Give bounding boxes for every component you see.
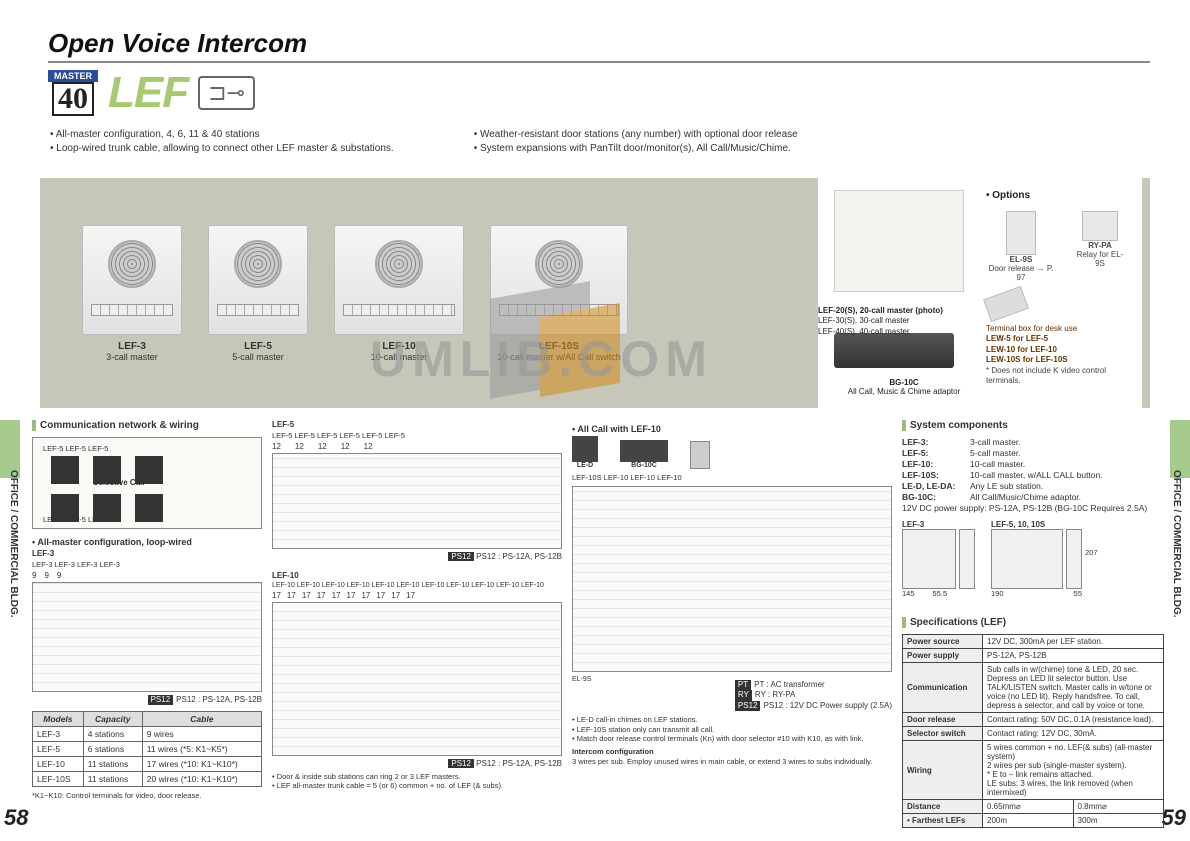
side-label-left: OFFICE / COMMERCIAL BLDG. — [8, 470, 19, 618]
large-master-labels: LEF-20(S), 20-call master (photo) LEF-30… — [818, 306, 943, 337]
watermark-logo — [490, 270, 630, 410]
col-allcall: • All Call with LEF-10 LE-D BG-10C LEF-1… — [572, 420, 892, 828]
diagram-lef10-wiring — [272, 602, 562, 756]
features-col2: Weather-resistant door stations (any num… — [474, 128, 798, 155]
spec-table: Power source12V DC, 300mA per LEF statio… — [902, 634, 1164, 828]
bg10c-image — [834, 333, 954, 368]
system-components-list: LEF-3:3-call master. LEF-5:5-call master… — [902, 437, 1164, 514]
page-number-right: 59 — [1162, 805, 1186, 831]
large-master-image — [834, 190, 964, 292]
col-system-spec: System components LEF-3:3-call master. L… — [902, 420, 1164, 828]
feature-item: Loop-wired trunk cable, allowing to conn… — [50, 142, 394, 156]
page-title: Open Voice Intercom — [48, 28, 1150, 63]
feature-item: System expansions with PanTilt door/moni… — [474, 142, 798, 156]
product-lef3: LEF-3 3-call master — [82, 225, 182, 362]
section-spec-heading: Specifications (LEF) — [902, 617, 1164, 628]
terminal-note: Terminal box for desk use LEW-5 for LEF-… — [986, 324, 1126, 386]
diagram-lef3-wiring — [32, 582, 262, 692]
options-title: • Options — [986, 190, 1126, 201]
bg10c-label: BG-10CAll Call, Music & Chime adaptor — [834, 378, 974, 396]
diagram-selective-call: LEF-5 LEF-5 LEF-5 Selective Call LEF-5 L… — [32, 437, 262, 529]
feature-item: Weather-resistant door stations (any num… — [474, 128, 798, 142]
col-lef5-lef10: LEF-5 LEF-5 LEF-5 LEF-5 LEF-5 LEF-5 LEF-… — [272, 420, 562, 828]
door-note: • Door & inside sub stations can ring 2 … — [272, 772, 562, 791]
diagram-lef5-wiring — [272, 453, 562, 549]
legend: PTPT : AC transformer RYRY : RY-PA PS12P… — [735, 680, 892, 711]
master-label: MASTER — [48, 70, 98, 82]
feature-item: All-master configuration, 4, 6, 11 & 40 … — [50, 128, 394, 142]
product-lef5: LEF-5 5-call master — [208, 225, 308, 362]
page-number-left: 58 — [4, 805, 28, 831]
diagram-allmaster-title: • All-master configuration, loop-wired — [32, 537, 262, 547]
master-badge: MASTER 40 — [48, 70, 98, 116]
models-footnote: *K1~K10: Control terminals for video, do… — [32, 791, 262, 800]
option-el9s: EL-9S Door release → P. 97 — [986, 211, 1056, 282]
series-logo: LEF — [108, 68, 188, 118]
product-lef10: LEF-10 10-call master — [334, 225, 464, 362]
dimension-diagrams: LEF-3 14555.5 LEF-5, 10, 10S 19055 207 — [902, 520, 1164, 607]
option-terminal-box — [986, 292, 1126, 316]
features-col1: All-master configuration, 4, 6, 11 & 40 … — [50, 128, 394, 155]
side-label-right: OFFICE / COMMERCIAL BLDG. — [1171, 470, 1182, 618]
handset-icon: ⊐⊸ — [198, 76, 255, 110]
option-rypa: RY-PA Relay for EL-9S — [1074, 211, 1126, 282]
diagram-allcall-wiring — [572, 486, 892, 672]
col-comm-network: Communication network & wiring LEF-5 LEF… — [32, 420, 262, 828]
intercom-note: Intercom configuration 3 wires per sub. … — [572, 747, 892, 766]
section-syscomp-heading: System components — [902, 420, 1164, 431]
section-comm-heading: Communication network & wiring — [32, 420, 262, 431]
models-table: ModelsCapacityCable LEF-34 stations9 wir… — [32, 711, 262, 787]
master-number: 40 — [52, 82, 94, 116]
led-notes: • LE-D call-in chimes on LEF stations. •… — [572, 715, 892, 743]
